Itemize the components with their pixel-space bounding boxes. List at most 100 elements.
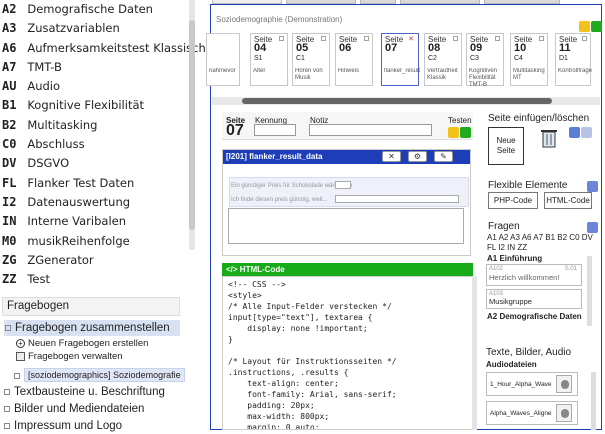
preview-textarea[interactable] [228, 208, 464, 244]
html-code-editor[interactable]: <!-- CSS --> <style> /* Alle Input-Felde… [222, 276, 473, 430]
variable-code: B1 [2, 98, 17, 113]
variable-code: ZZ [2, 272, 17, 287]
checkbox-icon[interactable] [364, 36, 369, 41]
checkbox-icon[interactable] [495, 36, 500, 41]
help-icon[interactable] [587, 181, 598, 192]
tree-item-new-label: Neuen Fragebogen erstellen [28, 338, 149, 349]
edit-icon[interactable]: ✎ [434, 151, 453, 162]
tree-item-impressum[interactable]: Impressum und Logo [4, 418, 122, 434]
gear-icon[interactable]: ⚙ [408, 151, 427, 162]
trash-icon[interactable] [540, 127, 558, 149]
variable-item[interactable]: FL Flanker Test Daten [2, 174, 188, 193]
media-scrollbar[interactable] [591, 372, 596, 430]
code-scrollbar[interactable] [472, 276, 477, 430]
tree-item-manage-label: Fragebogen verwalten [28, 351, 123, 362]
redo-icon[interactable] [581, 126, 592, 138]
close-icon[interactable]: ✕ [382, 151, 401, 162]
tree-item-compose-label: Fragebogen zusammenstellen [15, 322, 170, 334]
speaker-icon[interactable] [556, 404, 572, 422]
variable-item[interactable]: ZG ZGenerator [2, 251, 188, 270]
price-input[interactable] [335, 181, 351, 189]
variable-item[interactable]: M0 musikReihenfolge [2, 232, 188, 251]
play-icon[interactable] [591, 20, 602, 32]
variable-item[interactable]: DV DSGVO [2, 154, 188, 173]
folder-icon[interactable] [579, 20, 590, 32]
checkbox-icon[interactable] [539, 36, 544, 41]
page-card[interactable]: Seite 08 C2 Vertrautheit Klassik [424, 33, 462, 86]
preview-icon[interactable] [448, 126, 459, 138]
tree-item-current-label: [soziodemographics] Soziodemografie [24, 368, 185, 382]
variable-item[interactable]: A6 Aufmerksamkeitstest Klassisch [2, 39, 206, 58]
variable-item[interactable]: B2 Multitasking [2, 116, 188, 135]
variable-item[interactable]: B1 Kognitive Flexibilität [2, 96, 188, 115]
variable-code: I2 [2, 194, 17, 209]
questions-scrollbar[interactable] [587, 256, 592, 326]
tree-item-current[interactable]: [soziodemographics] Soziodemografie [14, 368, 185, 382]
fragebogen-section-header[interactable]: Fragebogen [2, 297, 180, 316]
page-card[interactable]: Seite 04 S1 Alter [250, 33, 288, 86]
questions-title: Fragen [488, 221, 520, 232]
help-icon[interactable] [587, 222, 598, 233]
a1-section[interactable]: A1 Einführung [487, 254, 542, 263]
a2-section[interactable]: A2 Demografische Daten [487, 312, 582, 321]
checkbox-icon[interactable] [582, 36, 587, 41]
checkbox-icon[interactable] [321, 36, 326, 41]
kennung-input[interactable] [254, 124, 296, 136]
page-card[interactable]: Seite 06 Hinweis [335, 33, 373, 86]
sidebar-scrollbar[interactable] [189, 0, 195, 250]
variable-item[interactable]: AU Audio [2, 77, 188, 96]
page-card-title: flanker_result [384, 68, 420, 74]
variable-code: C0 [2, 137, 17, 152]
media-title: Texte, Bilder, Audio [486, 347, 572, 358]
question-a103[interactable]: A103 Musikgruppe [486, 289, 582, 309]
preview-line-2: Ich finde diesen preis günstig, weil... [231, 197, 328, 203]
tree-item-media[interactable]: Bilder und Mediendateien [4, 401, 144, 417]
a102-tag: S.01 [564, 266, 577, 272]
page-card[interactable]: Seite 09 C3 Kognitiven Flexibilität TMT-B [466, 33, 504, 88]
variable-item[interactable]: A3 Zusatzvariablen [2, 19, 188, 38]
page-card[interactable]: Seite 05 C1 Hören von Musik [292, 33, 330, 86]
variable-item[interactable]: IN Interne Varibalen [2, 212, 188, 231]
question-codes[interactable]: A1 A2 A3 A6 A7 B1 B2 C0 DV FL I2 IN ZZ [487, 233, 595, 253]
play-icon[interactable] [460, 126, 471, 138]
variable-item[interactable]: ZZ Test [2, 270, 188, 289]
square-icon [4, 422, 10, 429]
question-a102[interactable]: A102 S.01 Herzlich willkommen! [486, 264, 582, 286]
close-icon[interactable]: ✕ [408, 35, 414, 43]
reason-input[interactable] [335, 195, 459, 203]
variable-code: A6 [2, 40, 17, 55]
page-card-number: 05 [296, 42, 309, 54]
tree-item-new[interactable]: + Neuen Fragebogen erstellen [16, 337, 148, 350]
square-icon [4, 405, 10, 412]
page-card[interactable]: Seite 10 C4 Multitasking MT [510, 33, 548, 86]
page-card[interactable]: nahmevor [206, 33, 240, 86]
tree-item-manage[interactable]: Fragebogen verwalten [16, 350, 123, 363]
tree-item-compose[interactable]: Fragebogen zusammenstellen [4, 320, 180, 336]
variable-label: Demografische Daten [27, 2, 153, 16]
list-icon [16, 351, 25, 361]
checkbox-icon[interactable] [453, 36, 458, 41]
variable-item[interactable]: A7 TMT-B [2, 58, 188, 77]
variable-code: M0 [2, 233, 17, 248]
variable-item[interactable]: A2 Demografische Daten [2, 0, 188, 19]
tree-item-text-blocks[interactable]: Textbausteine u. Beschriftung [4, 384, 165, 400]
new-page-button[interactable]: Neue Seite [488, 127, 524, 165]
page-card-title: Hören von Musik [295, 68, 323, 81]
audio-title: Audiodateien [486, 360, 537, 369]
variable-item[interactable]: C0 Abschluss [2, 135, 188, 154]
page-card-number: 10 [514, 42, 527, 54]
checkbox-icon[interactable] [279, 36, 284, 41]
variable-code: FL [2, 175, 17, 190]
speaker-icon[interactable] [556, 375, 572, 393]
variable-code: A2 [2, 2, 17, 16]
notiz-input[interactable] [309, 124, 432, 136]
pages-scrollbar-thumb[interactable] [242, 98, 552, 104]
preview-line-1: Ein günstiger Preis für Schokolade wäre … [231, 183, 353, 189]
undo-icon[interactable] [569, 126, 580, 138]
variable-item[interactable]: I2 Datenauswertung [2, 193, 188, 212]
variable-label: Kognitive Flexibilität [27, 98, 145, 113]
page-card[interactable]: Seite 11 D1 Kontrollfrage [555, 33, 592, 86]
html-code-button[interactable]: HTML-Code [544, 192, 592, 209]
page-card[interactable]: Seite 07 flanker_result ✕ [381, 33, 420, 86]
php-code-button[interactable]: PHP-Code [488, 192, 538, 209]
